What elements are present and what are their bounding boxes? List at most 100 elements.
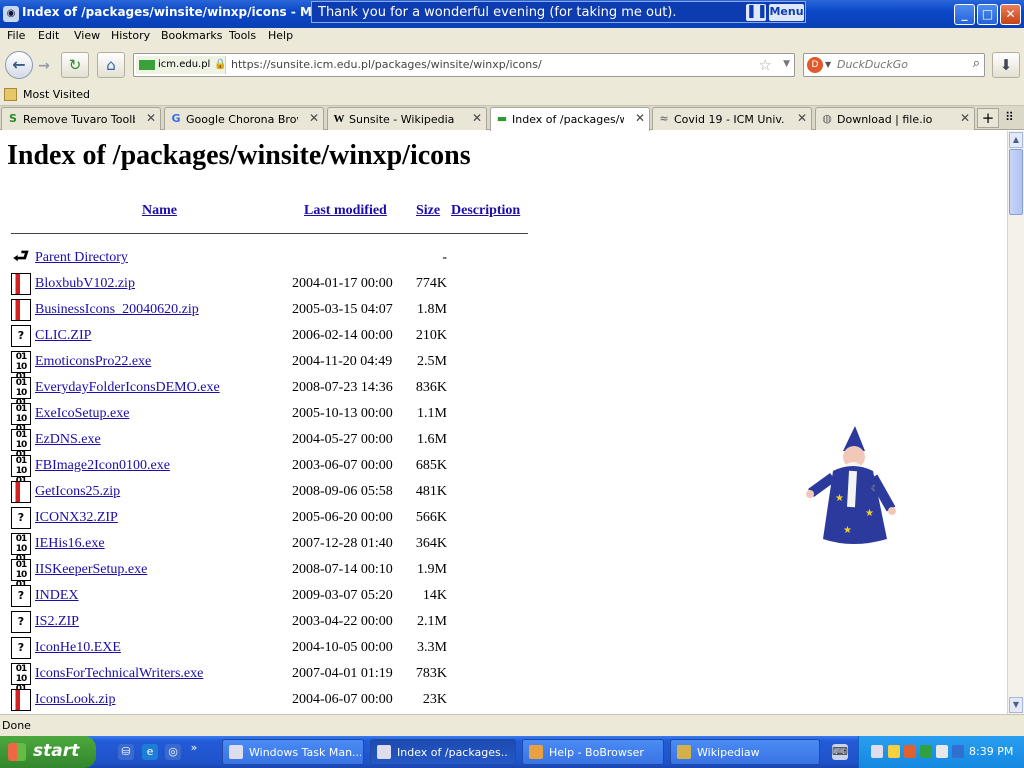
menu-bar: File Edit View History Bookmarks Tools H…: [0, 28, 1024, 46]
task-wikipediaw[interactable]: Wikipediaw: [670, 739, 820, 765]
menu-history[interactable]: History: [111, 29, 150, 42]
bookmarks-bar: Most Visited: [0, 84, 1024, 106]
most-visited-bookmark[interactable]: Most Visited: [23, 88, 90, 101]
file-size: 210K: [415, 328, 447, 343]
chevron-right-icon[interactable]: »: [189, 740, 199, 756]
tab-close-icon[interactable]: ✕: [309, 111, 319, 125]
unknown-file-icon: ?: [11, 507, 31, 529]
file-link[interactable]: FBImage2Icon0100.exe: [35, 458, 170, 474]
tab-download-fileio[interactable]: ◍ Download | file.io ✕: [815, 107, 975, 130]
url-dropdown-icon[interactable]: ▼: [783, 59, 790, 69]
tab-covid-icm[interactable]: ≈ Covid 19 - ICM Univ. o... ✕: [652, 107, 812, 130]
quicklaunch-icon[interactable]: ◎: [165, 744, 181, 760]
tab-google-chorona[interactable]: G Google Chorona Brows... ✕: [164, 107, 324, 130]
wizard-mascot-icon[interactable]: ★ ★ ★ ☾: [805, 421, 900, 546]
file-size: 2.1M: [417, 614, 447, 629]
search-placeholder[interactable]: DuckDuckGo: [837, 58, 908, 71]
browser-quicklaunch-icon[interactable]: e: [142, 744, 158, 760]
column-size-sort[interactable]: Size: [416, 203, 440, 219]
site-favicon-icon: [139, 60, 155, 70]
file-link[interactable]: IISKeeperSetup.exe: [35, 562, 147, 578]
menu-edit[interactable]: Edit: [38, 29, 59, 42]
menu-view[interactable]: View: [74, 29, 100, 42]
reload-icon: ↻: [68, 56, 82, 74]
file-link[interactable]: BusinessIcons_20040620.zip: [35, 302, 199, 318]
file-link[interactable]: IconHe10.EXE: [35, 640, 121, 656]
maximize-button[interactable]: □: [977, 4, 998, 25]
tray-volume-icon[interactable]: [904, 745, 916, 758]
file-link[interactable]: INDEX: [35, 588, 79, 604]
site-identity-button[interactable]: icm.edu.pl: [136, 56, 226, 74]
home-button[interactable]: ⌂: [97, 52, 125, 78]
file-link[interactable]: BloxbubV102.zip: [35, 276, 135, 292]
tray-network-icon[interactable]: [920, 745, 932, 758]
new-tab-button[interactable]: +: [977, 108, 999, 128]
file-link[interactable]: EverydayFolderIconsDEMO.exe: [35, 380, 220, 396]
file-link[interactable]: EzDNS.exe: [35, 432, 101, 448]
tray-update-icon[interactable]: [952, 745, 964, 758]
file-row: BusinessIcons_20040620.zip 2005-03-15 04:…: [0, 298, 460, 324]
menu-file[interactable]: File: [7, 29, 25, 42]
search-icon[interactable]: ⌕: [973, 56, 980, 71]
file-link[interactable]: IconsLook.zip: [35, 692, 115, 708]
tab-remove-tuvaro[interactable]: S Remove Tuvaro Toolb... ✕: [1, 107, 161, 130]
url-text[interactable]: https://sunsite.icm.edu.pl/packages/wins…: [231, 58, 542, 71]
start-button[interactable]: start: [0, 736, 96, 768]
list-all-tabs-icon[interactable]: ⠿: [1005, 110, 1014, 124]
scroll-up-button[interactable]: ▲: [1009, 132, 1023, 148]
address-bar[interactable]: icm.edu.pl 🔒 https://sunsite.icm.edu.pl/…: [133, 53, 795, 77]
downloads-button[interactable]: ⬇: [992, 52, 1020, 78]
scrollbar-thumb[interactable]: [1009, 149, 1023, 215]
page-title: Index of /packages/winsite/winxp/icons: [7, 140, 471, 171]
vertical-scrollbar[interactable]: ▲ ▼: [1007, 131, 1024, 714]
file-link[interactable]: IEHis16.exe: [35, 536, 105, 552]
parent-directory-link[interactable]: Parent Directory: [35, 250, 128, 266]
scroll-down-button[interactable]: ▼: [1009, 697, 1023, 713]
back-button[interactable]: ←: [5, 51, 33, 79]
forward-button[interactable]: →: [35, 57, 53, 75]
tab-favicon-icon: ▬: [496, 112, 508, 125]
task-help-bobrowser[interactable]: Help - BoBrowser: [522, 739, 664, 765]
google-icon: G: [171, 112, 181, 125]
file-link[interactable]: IS2.ZIP: [35, 614, 79, 630]
bookmark-star-icon[interactable]: ☆: [759, 56, 772, 74]
column-last-modified-sort[interactable]: Last modified: [304, 203, 387, 219]
tab-close-icon[interactable]: ✕: [472, 111, 482, 125]
tab-index-of-packages[interactable]: ▬ Index of /packages/wi... ✕: [490, 107, 650, 131]
tray-security-icon[interactable]: [936, 745, 948, 758]
file-link[interactable]: EmoticonsPro22.exe: [35, 354, 151, 370]
file-link[interactable]: CLIC.ZIP: [35, 328, 91, 344]
task-windows-task-manager[interactable]: Windows Task Man...: [222, 739, 364, 765]
menu-tools[interactable]: Tools: [229, 29, 256, 42]
close-button[interactable]: ✕: [1000, 4, 1021, 25]
tab-close-icon[interactable]: ✕: [797, 111, 807, 125]
notification-menu-button[interactable]: Menu: [769, 4, 804, 21]
search-box[interactable]: D ▼ DuckDuckGo ⌕: [803, 53, 985, 77]
app-icon[interactable]: ◉: [3, 6, 19, 22]
tab-close-icon[interactable]: ✕: [146, 111, 156, 125]
task-index-of-packages[interactable]: Index of /packages...: [370, 739, 516, 765]
tab-close-icon[interactable]: ✕: [960, 111, 970, 125]
tab-label: Remove Tuvaro Toolb...: [23, 113, 135, 126]
file-link[interactable]: ExeIcoSetup.exe: [35, 406, 129, 422]
file-link[interactable]: GetIcons25.zip: [35, 484, 120, 500]
minimize-button[interactable]: _: [954, 4, 975, 25]
tab-close-icon[interactable]: ✕: [635, 111, 645, 125]
pause-button[interactable]: ❚❚: [746, 4, 768, 21]
system-clock[interactable]: 8:39 PM: [969, 745, 1013, 758]
quicklaunch-icon[interactable]: ⛁: [118, 744, 134, 760]
menu-bookmarks[interactable]: Bookmarks: [161, 29, 222, 42]
menu-help[interactable]: Help: [268, 29, 293, 42]
reload-button[interactable]: ↻: [61, 52, 89, 78]
column-description-sort[interactable]: Description: [451, 203, 520, 219]
tab-sunsite-wikipedia[interactable]: W Sunsite - Wikipedia ✕: [327, 107, 487, 130]
tray-user-icon[interactable]: [888, 745, 900, 758]
duckduckgo-icon[interactable]: D: [807, 57, 823, 73]
file-link[interactable]: ICONX32.ZIP: [35, 510, 118, 526]
keyboard-icon[interactable]: ⌨: [832, 744, 848, 760]
file-link[interactable]: IconsForTechnicalWriters.exe: [35, 666, 203, 682]
search-engine-dropdown-icon[interactable]: ▼: [825, 60, 831, 69]
column-name-sort[interactable]: Name: [142, 203, 177, 219]
tray-app-icon[interactable]: [871, 745, 883, 758]
back-arrow-icon: ⮐: [11, 246, 31, 269]
